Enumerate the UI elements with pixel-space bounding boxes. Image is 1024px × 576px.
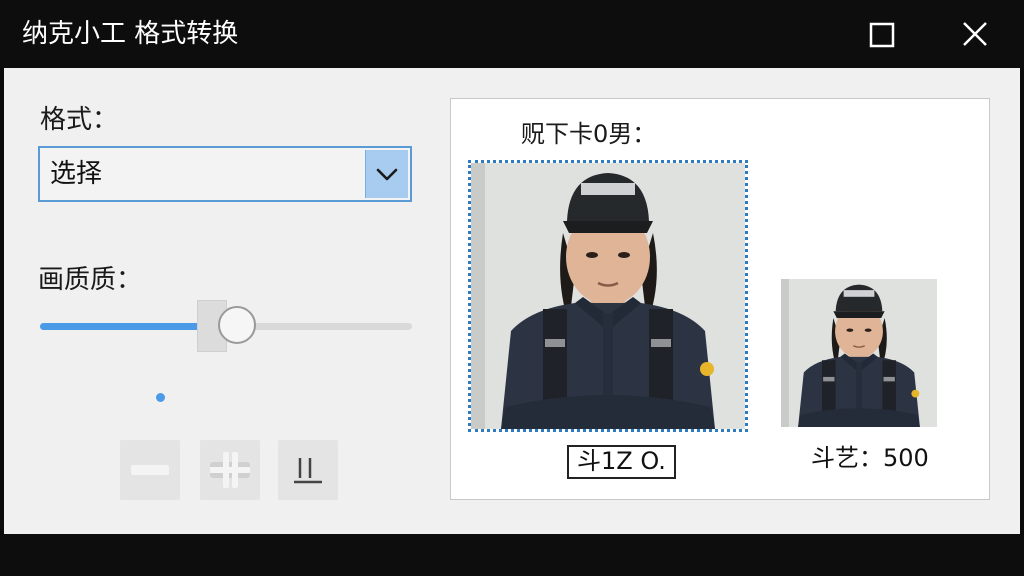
preview-caption: 贶下卡0男： xyxy=(521,120,657,148)
original-image[interactable] xyxy=(468,160,748,432)
format-dropdown[interactable]: 选择 xyxy=(38,146,412,202)
chevron-down-icon xyxy=(376,168,398,181)
compress-button[interactable] xyxy=(200,440,260,500)
quality-label: 画质质： xyxy=(38,265,143,295)
close-button[interactable] xyxy=(955,14,995,54)
portrait-photo xyxy=(471,163,745,429)
title-bar: 纳克小工 格式转换 xyxy=(0,0,1024,68)
crop-button[interactable] xyxy=(278,440,338,500)
preview-panel: 贶下卡0男： 斗1Z O. 斗艺：500 xyxy=(450,98,990,500)
converted-image[interactable] xyxy=(781,279,937,427)
format-label: 格式： xyxy=(40,105,119,135)
maximize-icon xyxy=(869,22,895,48)
indicator-dot xyxy=(156,393,165,402)
original-size-label: 斗1Z O. xyxy=(567,445,676,479)
maximize-button[interactable] xyxy=(862,14,902,54)
window-title: 纳克小工 格式转换 xyxy=(22,19,239,49)
minus-icon xyxy=(131,465,169,475)
crop-icon xyxy=(294,458,322,484)
bottom-bar xyxy=(0,534,1024,576)
minus-button[interactable] xyxy=(120,440,180,500)
close-icon xyxy=(963,22,987,46)
dropdown-toggle[interactable] xyxy=(365,150,408,198)
compress-icon xyxy=(210,452,250,488)
portrait-photo-thumbnail xyxy=(781,279,937,427)
main-content: 格式： 选择 画质质： 贶下卡0男： 斗1Z O. 斗艺：500 xyxy=(4,68,1020,534)
quality-slider[interactable] xyxy=(40,300,412,352)
converted-size-label: 斗艺：500 xyxy=(811,444,929,472)
slider-thumb[interactable] xyxy=(218,306,257,344)
format-dropdown-value: 选择 xyxy=(50,159,103,189)
